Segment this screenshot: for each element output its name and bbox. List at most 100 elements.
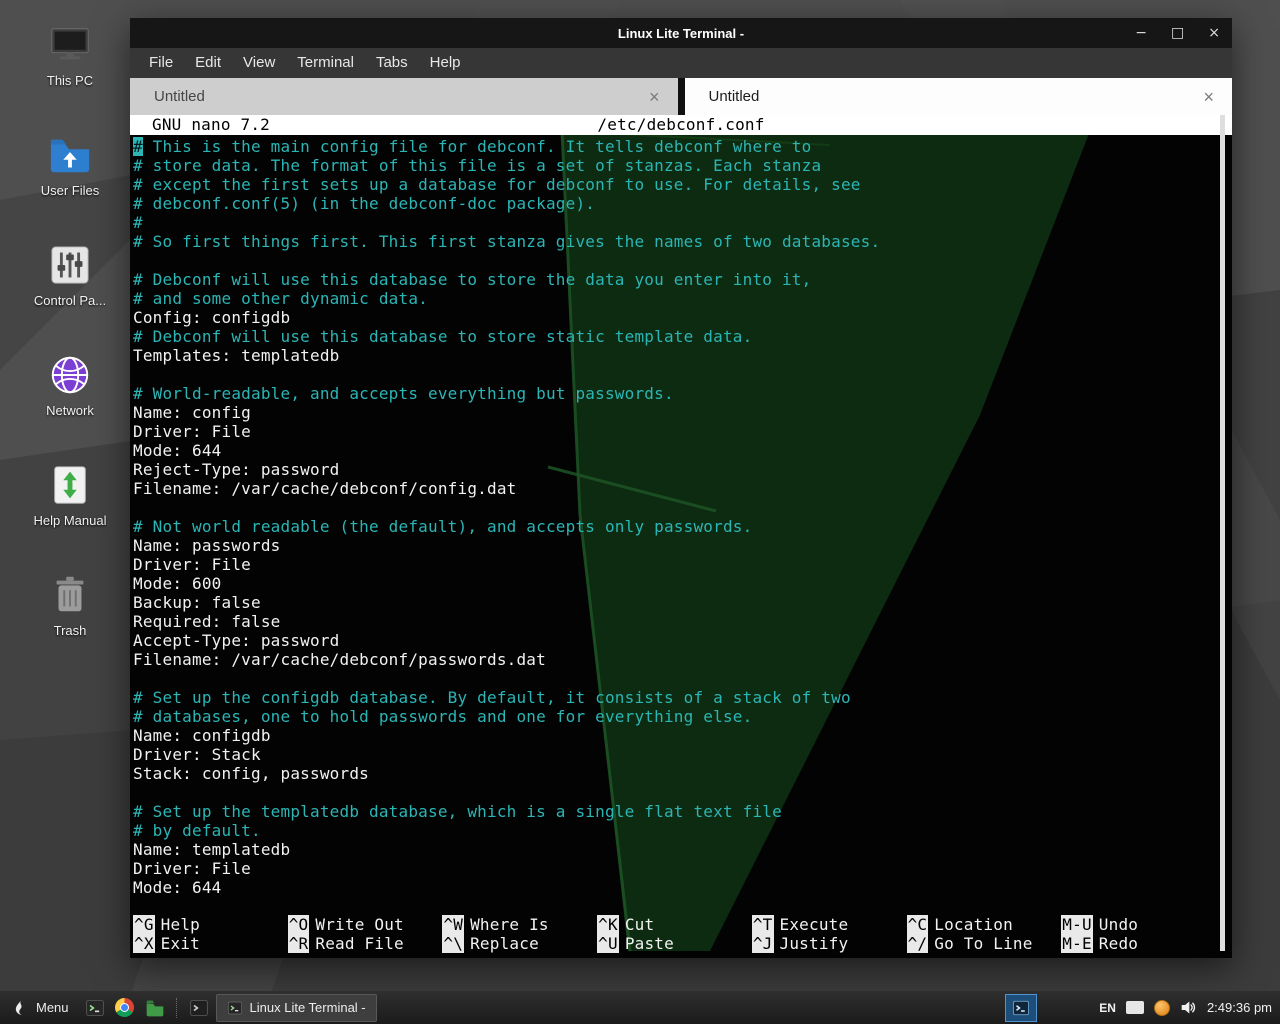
shortcut-label: Execute <box>780 915 849 934</box>
shortcut-key: M-E <box>1061 934 1093 953</box>
nano-shortcut: ^TExecute <box>752 915 907 934</box>
shortcut-key: ^O <box>288 915 310 934</box>
editor-line: # debconf.conf(5) (in the debconf-doc pa… <box>133 194 1232 213</box>
shortcut-label: Cut <box>625 915 655 934</box>
shortcut-label: Replace <box>470 934 539 953</box>
shortcut-label: Help <box>161 915 200 934</box>
desktop-icon-trash[interactable]: Trash <box>16 572 124 668</box>
editor-line: Mode: 600 <box>133 574 1232 593</box>
window-controls: − □ × <box>1135 18 1220 48</box>
start-menu-button[interactable]: Menu <box>4 994 78 1021</box>
editor-line <box>133 498 1232 517</box>
menu-bar: FileEditViewTerminalTabsHelp <box>130 48 1232 78</box>
desktop-icon-label: User Files <box>41 184 100 199</box>
editor-line: # and some other dynamic data. <box>133 289 1232 308</box>
desktop-icon-control-panel[interactable]: Control Pa... <box>16 242 124 338</box>
shortcut-label: Redo <box>1099 934 1138 953</box>
network-icon <box>47 352 93 398</box>
editor-line: # except the first sets up a database fo… <box>133 175 1232 194</box>
desktop-icon-help-manual[interactable]: Help Manual <box>16 462 124 558</box>
menu-tabs[interactable]: Tabs <box>365 48 419 78</box>
tab-close-icon[interactable]: × <box>645 88 664 106</box>
editor-line: # store data. The format of this file is… <box>133 156 1232 175</box>
editor-line: # Not world readable (the default), and … <box>133 517 1232 536</box>
shortcut-key: ^U <box>597 934 619 953</box>
menu-file[interactable]: File <box>138 48 184 78</box>
editor-line: Config: configdb <box>133 308 1232 327</box>
nano-content[interactable]: # This is the main config file for debco… <box>130 137 1232 897</box>
taskbar-clock[interactable]: 2:49:36 pm <box>1207 1000 1272 1015</box>
shortcut-label: Go To Line <box>934 934 1032 953</box>
volume-icon[interactable] <box>1180 999 1197 1016</box>
help-manual-icon <box>47 462 93 508</box>
menu-terminal[interactable]: Terminal <box>286 48 365 78</box>
editor-line: # databases, one to hold passwords and o… <box>133 707 1232 726</box>
terminal-window: Linux Lite Terminal - − □ × FileEditView… <box>130 18 1232 958</box>
folder-icon <box>47 132 93 178</box>
editor-line: Driver: Stack <box>133 745 1232 764</box>
editor-line: Required: false <box>133 612 1232 631</box>
shortcut-label: Undo <box>1099 915 1138 934</box>
editor-line: # Set up the templatedb database, which … <box>133 802 1232 821</box>
nano-shortcut: ^\Replace <box>442 934 597 953</box>
nano-shortcut: ^/ Go To Line <box>907 934 1062 953</box>
terminal-tab-2[interactable]: Untitled × <box>685 78 1233 115</box>
desktop-icon-label: Help Manual <box>34 514 107 529</box>
terminal-launcher-icon[interactable] <box>82 995 108 1021</box>
minimize-icon[interactable]: − <box>1135 26 1147 40</box>
editor-line: Reject-Type: password <box>133 460 1232 479</box>
editor-line: # World-readable, and accepts everything… <box>133 384 1232 403</box>
editor-line: Templates: templatedb <box>133 346 1232 365</box>
taskbar-separator <box>176 998 178 1018</box>
editor-line <box>133 669 1232 688</box>
text-cursor: # <box>133 137 143 156</box>
editor-line: # <box>133 213 1232 232</box>
menu-view[interactable]: View <box>232 48 286 78</box>
menu-label: Menu <box>36 1000 69 1015</box>
shortcut-label: Exit <box>161 934 200 953</box>
terminal-quick-icon[interactable] <box>186 995 212 1021</box>
system-tray: EN 2:49:36 pm <box>1005 994 1276 1022</box>
tray-terminal-icon[interactable] <box>1005 994 1037 1022</box>
editor-line: Backup: false <box>133 593 1232 612</box>
close-icon[interactable]: × <box>1208 26 1220 40</box>
terminal-viewport[interactable]: GNU nano 7.2 /etc/debconf.conf # This is… <box>130 115 1232 958</box>
maximize-icon[interactable]: □ <box>1171 26 1184 40</box>
editor-line: Mode: 644 <box>133 441 1232 460</box>
shortcut-label: Where Is <box>470 915 549 934</box>
tab-bar: Untitled × Untitled × <box>130 78 1232 115</box>
terminal-tab-1[interactable]: Untitled × <box>130 78 678 115</box>
editor-line: Name: configdb <box>133 726 1232 745</box>
desktop-icon-this-pc[interactable]: This PC <box>16 22 124 118</box>
nano-shortcut: ^UPaste <box>597 934 752 953</box>
shortcut-label: Location <box>934 915 1013 934</box>
chrome-browser-icon[interactable] <box>112 995 138 1021</box>
nano-shortcut: ^WWhere Is <box>442 915 597 934</box>
shortcut-key: ^/ <box>907 934 929 953</box>
shortcut-key: ^G <box>133 915 155 934</box>
updates-notifier-icon[interactable] <box>1154 1000 1170 1016</box>
nano-shortcut: ^C Location <box>907 915 1062 934</box>
shortcut-key: ^X <box>133 934 155 953</box>
desktop-icon-network[interactable]: Network <box>16 352 124 448</box>
tab-close-icon[interactable]: × <box>1199 88 1218 106</box>
menu-help[interactable]: Help <box>419 48 472 78</box>
shortcut-key: M-U <box>1061 915 1093 934</box>
taskbar-window-button[interactable]: Linux Lite Terminal - <box>216 994 377 1022</box>
keyboard-layout-indicator[interactable]: EN <box>1099 1001 1116 1015</box>
desktop-icon-user-files[interactable]: User Files <box>16 132 124 228</box>
window-titlebar[interactable]: Linux Lite Terminal - − □ × <box>130 18 1232 48</box>
desktop-icon-list: This PC User Files Control Pa... Network… <box>16 22 124 682</box>
editor-line: # This is the main config file for debco… <box>133 137 1232 156</box>
shortcut-key: ^C <box>907 915 929 934</box>
linux-lite-menu-icon <box>13 999 30 1016</box>
terminal-scrollbar[interactable] <box>1220 115 1225 951</box>
file-manager-icon[interactable] <box>142 995 168 1021</box>
keyboard-icon[interactable] <box>1126 1001 1144 1014</box>
editor-line: # Debconf will use this database to stor… <box>133 327 1232 346</box>
taskbar-window-label: Linux Lite Terminal - <box>250 1000 366 1015</box>
computer-icon <box>47 22 93 68</box>
editor-line: Filename: /var/cache/debconf/passwords.d… <box>133 650 1232 669</box>
menu-edit[interactable]: Edit <box>184 48 232 78</box>
editor-line <box>133 783 1232 802</box>
